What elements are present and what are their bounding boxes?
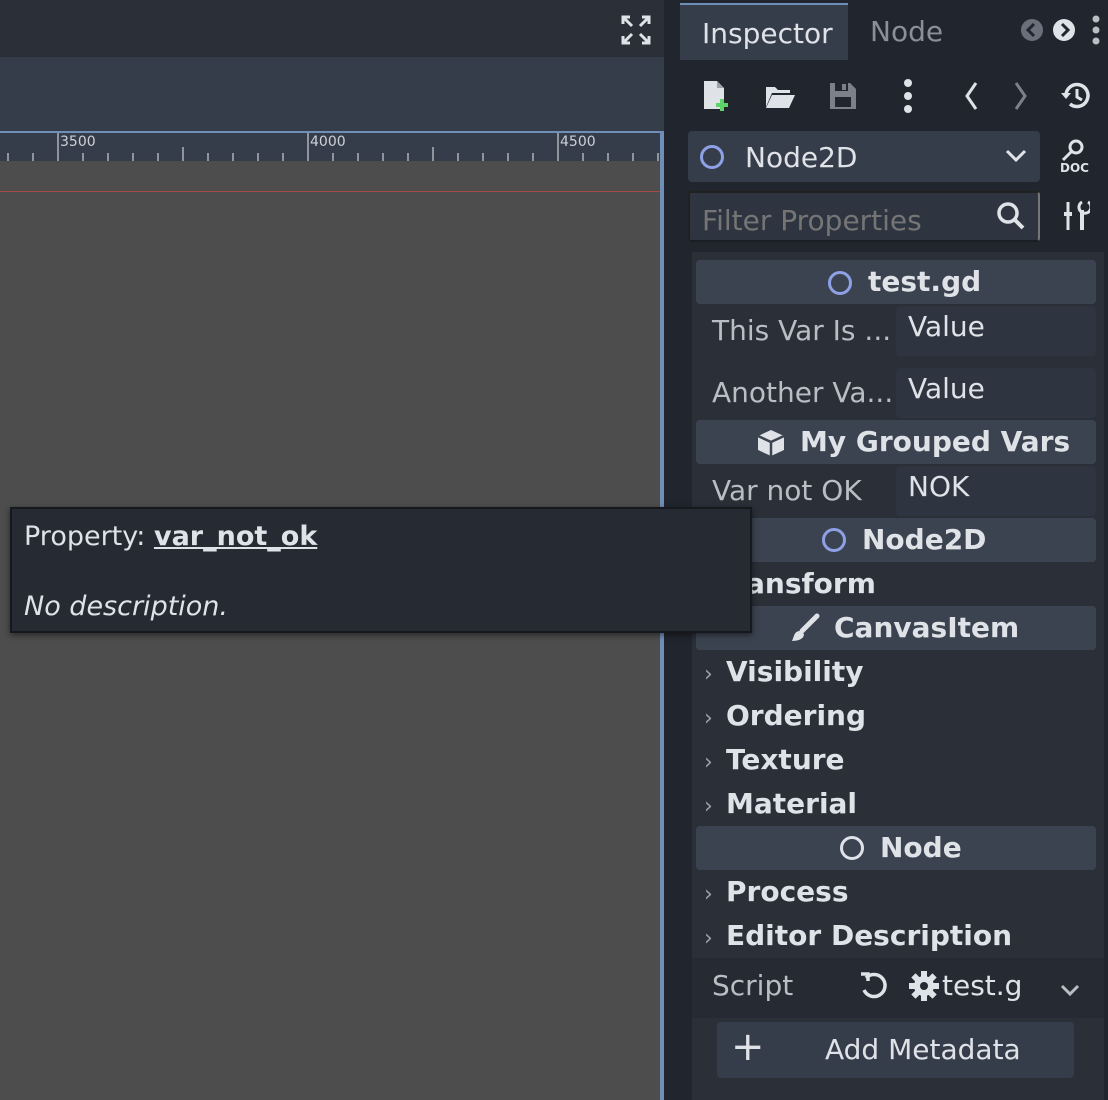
property-value-another-var[interactable]: Value [896, 368, 1096, 418]
property-label-var-not-ok: Var not OK [712, 474, 862, 507]
group-process-label: Process [726, 875, 849, 908]
section-header-grouped-vars[interactable]: My Grouped Vars [696, 420, 1096, 464]
add-metadata-label: Add Metadata [825, 1033, 1021, 1066]
doc-icon-label: DOC [1060, 161, 1089, 174]
chevron-down-icon[interactable] [1060, 982, 1080, 997]
chevron-right-icon: › [704, 706, 713, 731]
more-options-icon[interactable] [902, 78, 914, 114]
property-value-var-not-ok[interactable]: NOK [896, 466, 1096, 516]
viewport-focus-border-top [0, 131, 664, 133]
chevron-right-icon: › [704, 750, 713, 775]
brush-icon [790, 613, 820, 643]
viewport-toolbar [0, 57, 664, 131]
chevron-right-icon: › [704, 882, 713, 907]
section-canvasitem-label: CanvasItem [834, 611, 1020, 644]
canvas-boundary-line [0, 191, 660, 192]
group-ordering[interactable]: › Ordering [704, 699, 866, 732]
viewport-top-bar [0, 0, 664, 57]
section-header-script[interactable]: test.gd [696, 260, 1096, 304]
property-tooltip: Property: var_not_ok No description. [10, 507, 752, 633]
object-selector[interactable] [688, 131, 1040, 182]
property-label-another-var: Another Va... [712, 376, 894, 409]
group-visibility-label: Visibility [726, 655, 864, 688]
search-icon [996, 201, 1026, 231]
section-header-canvasitem[interactable]: CanvasItem [696, 606, 1096, 650]
section-header-node[interactable]: Node [696, 826, 1096, 870]
group-material[interactable]: › Material [704, 787, 857, 820]
section-script-label: test.gd [868, 265, 982, 298]
property-label-this-var: This Var Is ... [712, 314, 892, 347]
chevron-right-icon: › [704, 926, 713, 951]
section-node-label: Node [880, 831, 962, 864]
chevron-down-icon[interactable] [1004, 148, 1028, 164]
new-resource-icon[interactable] [700, 79, 732, 111]
chevron-right-icon: › [704, 794, 713, 819]
plus-icon: + [731, 1024, 765, 1070]
script-class-icon [828, 271, 852, 295]
tooltip-description: No description. [24, 591, 229, 622]
load-resource-icon[interactable] [764, 81, 796, 113]
section-header-node2d[interactable]: Node2D [696, 518, 1096, 562]
group-transform[interactable]: ansform [746, 567, 876, 600]
history-back-icon[interactable] [962, 80, 982, 112]
group-texture[interactable]: › Texture [704, 743, 845, 776]
group-process[interactable]: › Process [704, 875, 849, 908]
section-grouped-label: My Grouped Vars [800, 425, 1071, 458]
object-history-icon[interactable] [1060, 80, 1092, 112]
tab-scroll-right-icon[interactable] [1052, 18, 1076, 42]
tooltip-property-name[interactable]: var_not_ok [154, 521, 317, 552]
tab-menu-icon[interactable] [1090, 14, 1102, 46]
property-tools-icon[interactable] [1062, 200, 1093, 232]
gear-icon [908, 970, 940, 1002]
tab-node[interactable]: Node [870, 15, 943, 48]
node-class-icon [840, 836, 864, 860]
ruler-label-4500: 4500 [560, 134, 596, 150]
node2d-icon [700, 145, 724, 169]
save-resource-icon[interactable] [828, 81, 860, 113]
tab-inspector-label: Inspector [702, 17, 833, 50]
group-editor-description[interactable]: › Editor Description [704, 919, 1012, 952]
tab-inspector[interactable]: Inspector [680, 3, 848, 60]
group-material-label: Material [726, 787, 858, 820]
group-texture-label: Texture [726, 743, 845, 776]
tooltip-prefix: Property: [24, 521, 154, 552]
property-value-this-var[interactable]: Value [896, 306, 1096, 356]
ruler-label-3500: 3500 [60, 134, 96, 150]
history-forward-icon[interactable] [1010, 80, 1030, 112]
selected-object-label: Node2D [745, 141, 858, 174]
horizontal-ruler: 3500 4000 4500 [0, 131, 660, 161]
chevron-right-icon: › [704, 662, 713, 687]
section-node2d-label: Node2D [862, 523, 987, 556]
tab-scroll-left-icon[interactable] [1020, 18, 1044, 42]
filter-properties-input[interactable] [688, 191, 1040, 242]
open-documentation-icon[interactable]: DOC [1058, 138, 1094, 175]
add-metadata-button[interactable]: + Add Metadata [717, 1022, 1074, 1078]
script-label: Script [712, 969, 794, 1002]
script-value[interactable]: test.g [942, 969, 1022, 1002]
distraction-free-toggle-icon[interactable] [620, 14, 652, 46]
tooltip-title: Property: var_not_ok [24, 521, 317, 552]
node2d-class-icon [822, 528, 846, 552]
ruler-label-4000: 4000 [310, 134, 346, 150]
revert-icon[interactable] [858, 970, 890, 1002]
group-editor-description-label: Editor Description [726, 919, 1013, 952]
group-ordering-label: Ordering [726, 699, 867, 732]
group-box-icon [756, 428, 786, 458]
group-visibility[interactable]: › Visibility [704, 655, 864, 688]
